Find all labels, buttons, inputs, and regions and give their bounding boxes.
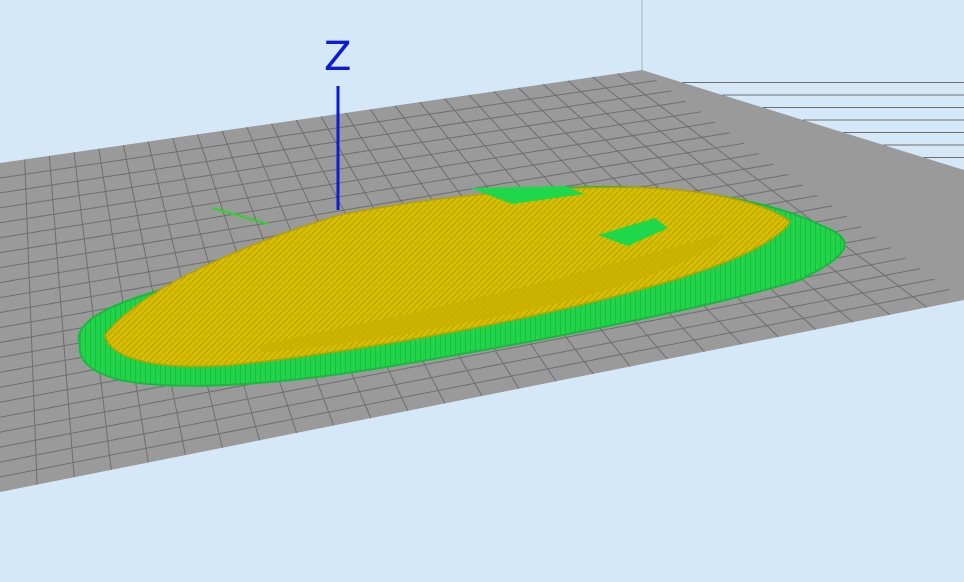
3d-viewport[interactable]: Z (0, 0, 964, 582)
axis-z-label: Z (324, 34, 351, 80)
scene-svg[interactable]: Z (0, 0, 964, 582)
